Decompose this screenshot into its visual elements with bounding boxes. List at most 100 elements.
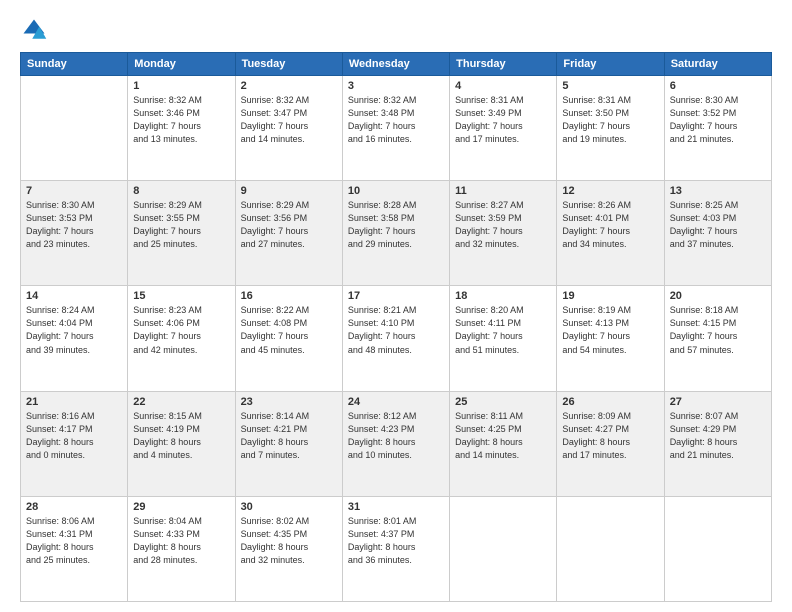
calendar-cell: 3Sunrise: 8:32 AMSunset: 3:48 PMDaylight…: [342, 76, 449, 181]
day-info: Sunrise: 8:26 AMSunset: 4:01 PMDaylight:…: [562, 199, 658, 251]
calendar-cell: 23 Sunrise: 8:14 AMSunset: 4:21 PMDayligh…: [235, 391, 342, 496]
calendar-header-monday: Monday: [128, 53, 235, 76]
calendar-cell: 1Sunrise: 8:32 AMSunset: 3:46 PMDaylight…: [128, 76, 235, 181]
day-info: Sunrise: 8:21 AMSunset: 4:10 PMDaylight:…: [348, 304, 444, 356]
calendar-cell: 21 Sunrise: 8:16 AMSunset: 4:17 PMDayligh…: [21, 391, 128, 496]
day-info: Sunrise: 8:25 AMSunset: 4:03 PMDaylight:…: [670, 199, 766, 251]
calendar-cell: 14 Sunrise: 8:24 AMSunset: 4:04 PMDayligh…: [21, 286, 128, 391]
calendar-cell: 13 Sunrise: 8:25 AMSunset: 4:03 PMDayligh…: [664, 181, 771, 286]
day-number: 15: [133, 290, 229, 302]
day-number: 1: [133, 80, 229, 92]
day-number: 14: [26, 290, 122, 302]
calendar-cell: [450, 496, 557, 601]
calendar-cell: 25 Sunrise: 8:11 AMSunset: 4:25 PMDayligh…: [450, 391, 557, 496]
day-info: Sunrise: 8:31 AMSunset: 3:50 PMDaylight:…: [562, 94, 658, 146]
day-info: Sunrise: 8:12 AMSunset: 4:23 PMDaylight:…: [348, 410, 444, 462]
day-number: 2: [241, 80, 337, 92]
day-info: Sunrise: 8:30 AMSunset: 3:53 PMDaylight:…: [26, 199, 122, 251]
day-number: 8: [133, 185, 229, 197]
header: [20, 16, 772, 44]
calendar-cell: [664, 496, 771, 601]
calendar-cell: 30 Sunrise: 8:02 AMSunset: 4:35 PMDayligh…: [235, 496, 342, 601]
calendar-week-5: 28 Sunrise: 8:06 AMSunset: 4:31 PMDayligh…: [21, 496, 772, 601]
calendar-header-row: SundayMondayTuesdayWednesdayThursdayFrid…: [21, 53, 772, 76]
calendar-week-2: 7 Sunrise: 8:30 AMSunset: 3:53 PMDaylight…: [21, 181, 772, 286]
day-number: 4: [455, 80, 551, 92]
calendar-cell: 16Sunrise: 8:22 AMSunset: 4:08 PMDayligh…: [235, 286, 342, 391]
day-number: 30: [241, 501, 337, 513]
day-number: 26: [562, 396, 658, 408]
calendar-week-1: 1Sunrise: 8:32 AMSunset: 3:46 PMDaylight…: [21, 76, 772, 181]
day-info: Sunrise: 8:07 AMSunset: 4:29 PMDaylight:…: [670, 410, 766, 462]
day-number: 21: [26, 396, 122, 408]
day-info: Sunrise: 8:32 AMSunset: 3:48 PMDaylight:…: [348, 94, 444, 146]
calendar-cell: 4 Sunrise: 8:31 AMSunset: 3:49 PMDaylight…: [450, 76, 557, 181]
day-info: Sunrise: 8:14 AMSunset: 4:21 PMDaylight:…: [241, 410, 337, 462]
calendar-week-3: 14 Sunrise: 8:24 AMSunset: 4:04 PMDayligh…: [21, 286, 772, 391]
calendar-cell: 17 Sunrise: 8:21 AMSunset: 4:10 PMDayligh…: [342, 286, 449, 391]
day-number: 19: [562, 290, 658, 302]
calendar-cell: 31 Sunrise: 8:01 AMSunset: 4:37 PMDayligh…: [342, 496, 449, 601]
day-number: 9: [241, 185, 337, 197]
day-number: 20: [670, 290, 766, 302]
day-number: 17: [348, 290, 444, 302]
day-info: Sunrise: 8:31 AMSunset: 3:49 PMDaylight:…: [455, 94, 551, 146]
day-info: Sunrise: 8:01 AMSunset: 4:37 PMDaylight:…: [348, 515, 444, 567]
day-info: Sunrise: 8:27 AMSunset: 3:59 PMDaylight:…: [455, 199, 551, 251]
calendar-cell: 22Sunrise: 8:15 AMSunset: 4:19 PMDayligh…: [128, 391, 235, 496]
calendar-header-sunday: Sunday: [21, 53, 128, 76]
day-number: 13: [670, 185, 766, 197]
day-number: 5: [562, 80, 658, 92]
page: SundayMondayTuesdayWednesdayThursdayFrid…: [0, 0, 792, 612]
day-number: 11: [455, 185, 551, 197]
calendar-week-4: 21 Sunrise: 8:16 AMSunset: 4:17 PMDayligh…: [21, 391, 772, 496]
calendar-cell: 9 Sunrise: 8:29 AMSunset: 3:56 PMDaylight…: [235, 181, 342, 286]
calendar-cell: [21, 76, 128, 181]
day-number: 29: [133, 501, 229, 513]
day-info: Sunrise: 8:19 AMSunset: 4:13 PMDaylight:…: [562, 304, 658, 356]
day-info: Sunrise: 8:28 AMSunset: 3:58 PMDaylight:…: [348, 199, 444, 251]
day-info: Sunrise: 8:16 AMSunset: 4:17 PMDaylight:…: [26, 410, 122, 462]
day-info: Sunrise: 8:11 AMSunset: 4:25 PMDaylight:…: [455, 410, 551, 462]
calendar-header-tuesday: Tuesday: [235, 53, 342, 76]
calendar-cell: 20Sunrise: 8:18 AMSunset: 4:15 PMDayligh…: [664, 286, 771, 391]
day-number: 18: [455, 290, 551, 302]
day-info: Sunrise: 8:24 AMSunset: 4:04 PMDaylight:…: [26, 304, 122, 356]
day-info: Sunrise: 8:02 AMSunset: 4:35 PMDaylight:…: [241, 515, 337, 567]
day-info: Sunrise: 8:04 AMSunset: 4:33 PMDaylight:…: [133, 515, 229, 567]
calendar-cell: 15 Sunrise: 8:23 AMSunset: 4:06 PMDayligh…: [128, 286, 235, 391]
day-info: Sunrise: 8:29 AMSunset: 3:56 PMDaylight:…: [241, 199, 337, 251]
calendar-cell: 12 Sunrise: 8:26 AMSunset: 4:01 PMDayligh…: [557, 181, 664, 286]
day-info: Sunrise: 8:32 AMSunset: 3:47 PMDaylight:…: [241, 94, 337, 146]
calendar-cell: 24 Sunrise: 8:12 AMSunset: 4:23 PMDayligh…: [342, 391, 449, 496]
calendar-cell: 11 Sunrise: 8:27 AMSunset: 3:59 PMDayligh…: [450, 181, 557, 286]
day-number: 27: [670, 396, 766, 408]
calendar-cell: 28 Sunrise: 8:06 AMSunset: 4:31 PMDayligh…: [21, 496, 128, 601]
day-info: Sunrise: 8:06 AMSunset: 4:31 PMDaylight:…: [26, 515, 122, 567]
calendar-header-friday: Friday: [557, 53, 664, 76]
day-number: 28: [26, 501, 122, 513]
day-number: 12: [562, 185, 658, 197]
day-number: 10: [348, 185, 444, 197]
calendar-cell: 7 Sunrise: 8:30 AMSunset: 3:53 PMDaylight…: [21, 181, 128, 286]
day-number: 23: [241, 396, 337, 408]
day-info: Sunrise: 8:09 AMSunset: 4:27 PMDaylight:…: [562, 410, 658, 462]
day-number: 25: [455, 396, 551, 408]
calendar-cell: 29 Sunrise: 8:04 AMSunset: 4:33 PMDayligh…: [128, 496, 235, 601]
day-info: Sunrise: 8:15 AMSunset: 4:19 PMDaylight:…: [133, 410, 229, 462]
logo-icon: [20, 16, 48, 44]
day-info: Sunrise: 8:23 AMSunset: 4:06 PMDaylight:…: [133, 304, 229, 356]
logo: [20, 16, 52, 44]
calendar-header-thursday: Thursday: [450, 53, 557, 76]
day-number: 6: [670, 80, 766, 92]
day-number: 24: [348, 396, 444, 408]
calendar-header-saturday: Saturday: [664, 53, 771, 76]
calendar-cell: 6Sunrise: 8:30 AMSunset: 3:52 PMDaylight…: [664, 76, 771, 181]
calendar-cell: 19 Sunrise: 8:19 AMSunset: 4:13 PMDayligh…: [557, 286, 664, 391]
day-number: 7: [26, 185, 122, 197]
calendar-cell: [557, 496, 664, 601]
calendar-header-wednesday: Wednesday: [342, 53, 449, 76]
day-number: 31: [348, 501, 444, 513]
calendar-cell: 8Sunrise: 8:29 AMSunset: 3:55 PMDaylight…: [128, 181, 235, 286]
calendar-cell: 2 Sunrise: 8:32 AMSunset: 3:47 PMDaylight…: [235, 76, 342, 181]
